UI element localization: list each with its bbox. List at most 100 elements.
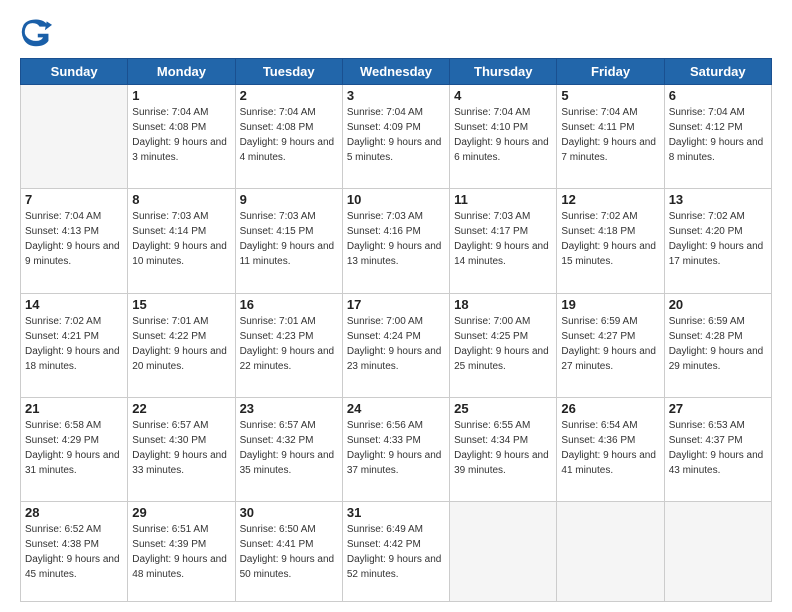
calendar-cell: 5Sunrise: 7:04 AMSunset: 4:11 PMDaylight…: [557, 85, 664, 189]
day-number: 8: [132, 192, 230, 207]
day-info: Sunrise: 6:59 AMSunset: 4:27 PMDaylight:…: [561, 314, 659, 374]
day-info: Sunrise: 7:04 AMSunset: 4:13 PMDaylight:…: [25, 209, 123, 269]
calendar-cell: [450, 502, 557, 602]
calendar-cell: 23Sunrise: 6:57 AMSunset: 4:32 PMDayligh…: [235, 398, 342, 502]
day-number: 6: [669, 88, 767, 103]
day-header-friday: Friday: [557, 59, 664, 85]
calendar-header-row: SundayMondayTuesdayWednesdayThursdayFrid…: [21, 59, 772, 85]
day-info: Sunrise: 6:58 AMSunset: 4:29 PMDaylight:…: [25, 418, 123, 478]
calendar-cell: 8 Sunrise: 7:03 AMSunset: 4:14 PMDaylight…: [128, 189, 235, 293]
calendar-cell: 27Sunrise: 6:53 AMSunset: 4:37 PMDayligh…: [664, 398, 771, 502]
day-header-thursday: Thursday: [450, 59, 557, 85]
calendar-cell: 26 Sunrise: 6:54 AMSunset: 4:36 PMDayligh…: [557, 398, 664, 502]
calendar-week-1: 1Sunrise: 7:04 AMSunset: 4:08 PMDaylight…: [21, 85, 772, 189]
day-number: 31: [347, 505, 445, 520]
day-number: 15: [132, 297, 230, 312]
day-info: Sunrise: 6:49 AMSunset: 4:42 PMDaylight:…: [347, 522, 445, 582]
day-info: Sunrise: 7:04 AMSunset: 4:09 PMDaylight:…: [347, 105, 445, 165]
calendar-cell: 13 Sunrise: 7:02 AMSunset: 4:20 PMDayligh…: [664, 189, 771, 293]
calendar-week-2: 7 Sunrise: 7:04 AMSunset: 4:13 PMDaylight…: [21, 189, 772, 293]
calendar-cell: 9 Sunrise: 7:03 AMSunset: 4:15 PMDaylight…: [235, 189, 342, 293]
day-number: 25: [454, 401, 552, 416]
calendar-cell: 18 Sunrise: 7:00 AMSunset: 4:25 PMDayligh…: [450, 293, 557, 397]
day-number: 10: [347, 192, 445, 207]
day-info: Sunrise: 7:03 AMSunset: 4:14 PMDaylight:…: [132, 209, 230, 269]
day-info: Sunrise: 7:02 AMSunset: 4:18 PMDaylight:…: [561, 209, 659, 269]
day-number: 18: [454, 297, 552, 312]
calendar-cell: [557, 502, 664, 602]
calendar-cell: 6 Sunrise: 7:04 AMSunset: 4:12 PMDaylight…: [664, 85, 771, 189]
day-number: 2: [240, 88, 338, 103]
day-number: 22: [132, 401, 230, 416]
calendar-cell: 30 Sunrise: 6:50 AMSunset: 4:41 PMDayligh…: [235, 502, 342, 602]
calendar-cell: 2 Sunrise: 7:04 AMSunset: 4:08 PMDaylight…: [235, 85, 342, 189]
day-info: Sunrise: 7:03 AMSunset: 4:17 PMDaylight:…: [454, 209, 552, 269]
logo: [20, 16, 56, 48]
logo-icon: [20, 16, 52, 48]
day-info: Sunrise: 7:04 AMSunset: 4:12 PMDaylight:…: [669, 105, 767, 165]
day-info: Sunrise: 6:50 AMSunset: 4:41 PMDaylight:…: [240, 522, 338, 582]
calendar-cell: 25 Sunrise: 6:55 AMSunset: 4:34 PMDayligh…: [450, 398, 557, 502]
calendar-cell: 19Sunrise: 6:59 AMSunset: 4:27 PMDayligh…: [557, 293, 664, 397]
day-info: Sunrise: 6:59 AMSunset: 4:28 PMDaylight:…: [669, 314, 767, 374]
day-info: Sunrise: 6:53 AMSunset: 4:37 PMDaylight:…: [669, 418, 767, 478]
calendar-cell: 11 Sunrise: 7:03 AMSunset: 4:17 PMDayligh…: [450, 189, 557, 293]
calendar-cell: 7 Sunrise: 7:04 AMSunset: 4:13 PMDaylight…: [21, 189, 128, 293]
calendar-cell: 20Sunrise: 6:59 AMSunset: 4:28 PMDayligh…: [664, 293, 771, 397]
calendar-cell: 1Sunrise: 7:04 AMSunset: 4:08 PMDaylight…: [128, 85, 235, 189]
day-info: Sunrise: 7:00 AMSunset: 4:25 PMDaylight:…: [454, 314, 552, 374]
day-number: 30: [240, 505, 338, 520]
calendar-cell: 12 Sunrise: 7:02 AMSunset: 4:18 PMDayligh…: [557, 189, 664, 293]
day-number: 16: [240, 297, 338, 312]
calendar-table: SundayMondayTuesdayWednesdayThursdayFrid…: [20, 58, 772, 602]
calendar-week-5: 28 Sunrise: 6:52 AMSunset: 4:38 PMDayligh…: [21, 502, 772, 602]
day-header-sunday: Sunday: [21, 59, 128, 85]
day-number: 21: [25, 401, 123, 416]
day-number: 12: [561, 192, 659, 207]
day-header-tuesday: Tuesday: [235, 59, 342, 85]
calendar-cell: [21, 85, 128, 189]
calendar-cell: 24 Sunrise: 6:56 AMSunset: 4:33 PMDayligh…: [342, 398, 449, 502]
day-number: 28: [25, 505, 123, 520]
day-number: 23: [240, 401, 338, 416]
day-info: Sunrise: 6:56 AMSunset: 4:33 PMDaylight:…: [347, 418, 445, 478]
calendar-cell: 3Sunrise: 7:04 AMSunset: 4:09 PMDaylight…: [342, 85, 449, 189]
day-number: 4: [454, 88, 552, 103]
day-info: Sunrise: 6:51 AMSunset: 4:39 PMDaylight:…: [132, 522, 230, 582]
day-info: Sunrise: 7:04 AMSunset: 4:08 PMDaylight:…: [240, 105, 338, 165]
day-header-saturday: Saturday: [664, 59, 771, 85]
day-header-monday: Monday: [128, 59, 235, 85]
calendar-cell: 10 Sunrise: 7:03 AMSunset: 4:16 PMDayligh…: [342, 189, 449, 293]
day-info: Sunrise: 7:03 AMSunset: 4:16 PMDaylight:…: [347, 209, 445, 269]
calendar-cell: 22Sunrise: 6:57 AMSunset: 4:30 PMDayligh…: [128, 398, 235, 502]
calendar-cell: 31 Sunrise: 6:49 AMSunset: 4:42 PMDayligh…: [342, 502, 449, 602]
day-header-wednesday: Wednesday: [342, 59, 449, 85]
calendar-page: SundayMondayTuesdayWednesdayThursdayFrid…: [0, 0, 792, 612]
day-number: 29: [132, 505, 230, 520]
day-info: Sunrise: 7:01 AMSunset: 4:23 PMDaylight:…: [240, 314, 338, 374]
day-info: Sunrise: 7:04 AMSunset: 4:08 PMDaylight:…: [132, 105, 230, 165]
day-info: Sunrise: 7:01 AMSunset: 4:22 PMDaylight:…: [132, 314, 230, 374]
day-info: Sunrise: 7:03 AMSunset: 4:15 PMDaylight:…: [240, 209, 338, 269]
day-number: 9: [240, 192, 338, 207]
day-info: Sunrise: 6:54 AMSunset: 4:36 PMDaylight:…: [561, 418, 659, 478]
calendar-cell: 14Sunrise: 7:02 AMSunset: 4:21 PMDayligh…: [21, 293, 128, 397]
calendar-cell: 29 Sunrise: 6:51 AMSunset: 4:39 PMDayligh…: [128, 502, 235, 602]
day-number: 7: [25, 192, 123, 207]
calendar-cell: 16 Sunrise: 7:01 AMSunset: 4:23 PMDayligh…: [235, 293, 342, 397]
calendar-cell: 15 Sunrise: 7:01 AMSunset: 4:22 PMDayligh…: [128, 293, 235, 397]
day-number: 14: [25, 297, 123, 312]
header: [20, 16, 772, 48]
day-number: 13: [669, 192, 767, 207]
calendar-cell: [664, 502, 771, 602]
day-info: Sunrise: 6:52 AMSunset: 4:38 PMDaylight:…: [25, 522, 123, 582]
calendar-cell: 21 Sunrise: 6:58 AMSunset: 4:29 PMDayligh…: [21, 398, 128, 502]
calendar-cell: 4Sunrise: 7:04 AMSunset: 4:10 PMDaylight…: [450, 85, 557, 189]
day-info: Sunrise: 6:55 AMSunset: 4:34 PMDaylight:…: [454, 418, 552, 478]
day-number: 26: [561, 401, 659, 416]
day-number: 11: [454, 192, 552, 207]
calendar-cell: 28 Sunrise: 6:52 AMSunset: 4:38 PMDayligh…: [21, 502, 128, 602]
day-number: 24: [347, 401, 445, 416]
calendar-week-4: 21 Sunrise: 6:58 AMSunset: 4:29 PMDayligh…: [21, 398, 772, 502]
day-info: Sunrise: 7:02 AMSunset: 4:20 PMDaylight:…: [669, 209, 767, 269]
